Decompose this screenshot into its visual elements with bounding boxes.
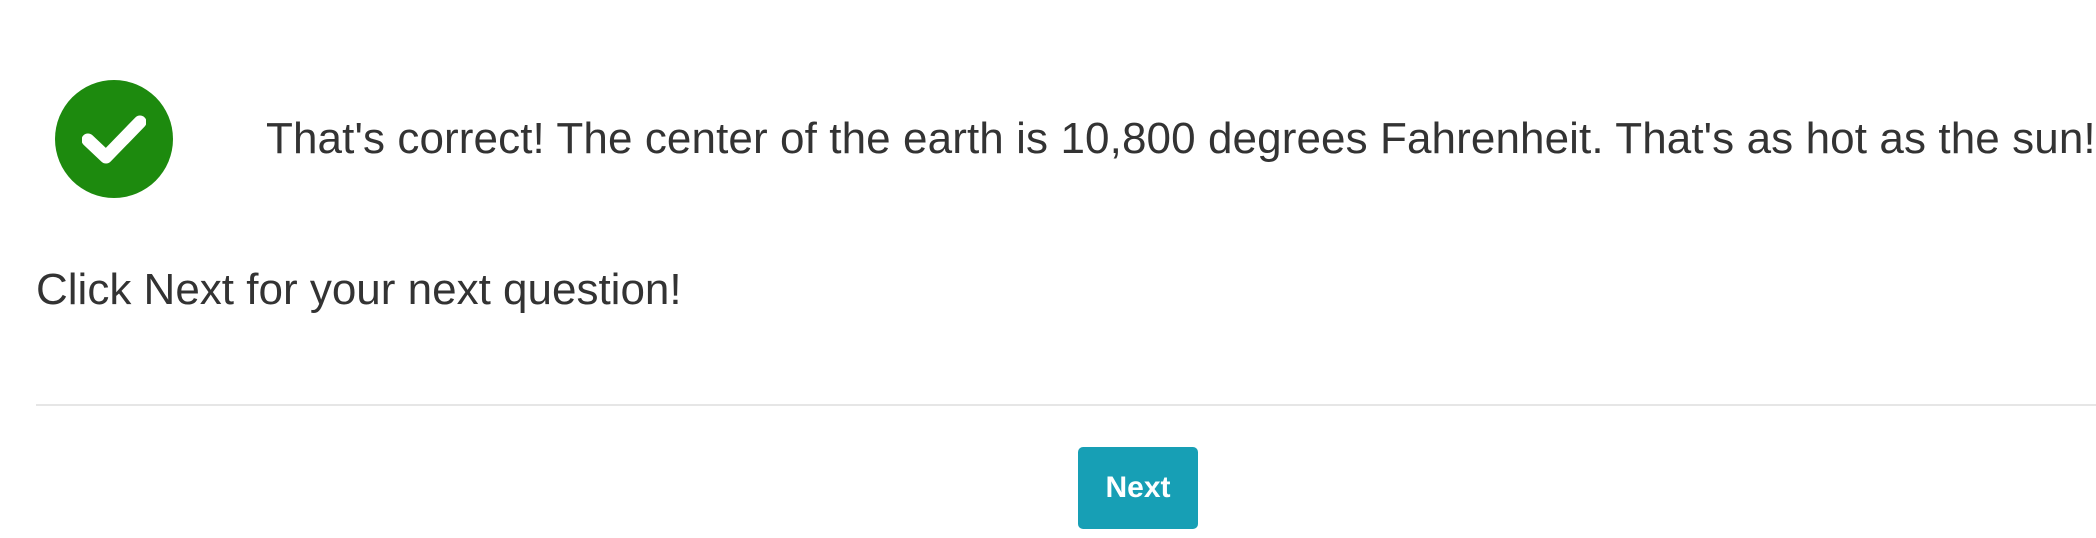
next-button[interactable]: Next xyxy=(1078,447,1198,529)
next-instruction: Click Next for your next question! xyxy=(36,265,682,314)
divider xyxy=(36,404,2096,406)
feedback-message: That's correct! The center of the earth … xyxy=(266,114,2096,163)
checkmark-icon xyxy=(82,115,146,164)
check-circle-icon xyxy=(55,80,173,198)
feedback-row: That's correct! The center of the earth … xyxy=(55,80,2096,198)
